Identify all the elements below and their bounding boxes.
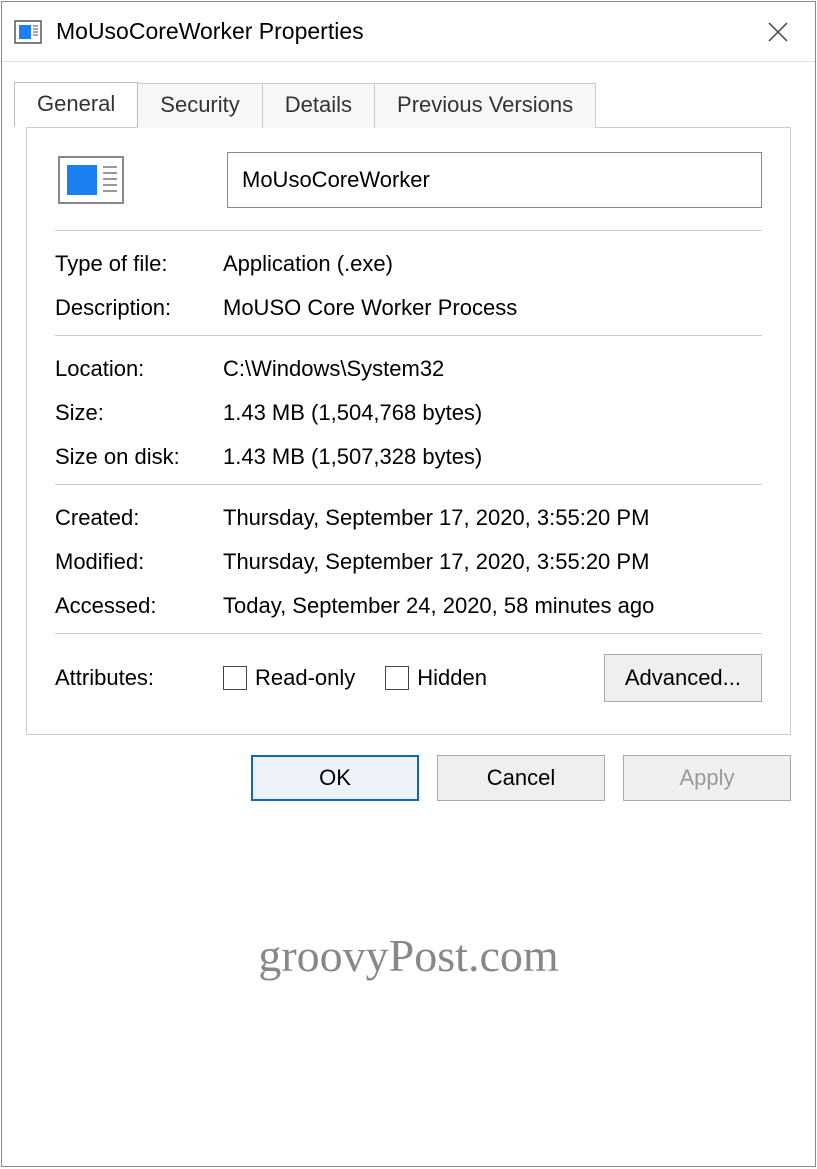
size-on-disk-label: Size on disk: — [55, 444, 223, 470]
cancel-button[interactable]: Cancel — [437, 755, 605, 801]
apply-button[interactable]: Apply — [623, 755, 791, 801]
app-icon — [14, 18, 42, 46]
description-value: MoUSO Core Worker Process — [223, 295, 762, 321]
window-title: MoUsoCoreWorker Properties — [56, 18, 753, 45]
divider — [55, 230, 762, 231]
type-of-file-label: Type of file: — [55, 251, 223, 277]
tabs-container: General Security Details Previous Versio… — [2, 62, 815, 755]
checkbox-box-icon — [385, 666, 409, 690]
description-label: Description: — [55, 295, 223, 321]
close-icon — [767, 21, 789, 43]
tab-details[interactable]: Details — [262, 83, 375, 128]
size-value: 1.43 MB (1,504,768 bytes) — [223, 400, 762, 426]
hidden-checkbox-label: Hidden — [417, 665, 487, 691]
type-of-file-value: Application (.exe) — [223, 251, 762, 277]
hidden-checkbox[interactable]: Hidden — [385, 665, 487, 691]
tab-general[interactable]: General — [14, 82, 138, 127]
file-name-row — [55, 152, 762, 208]
attributes-label: Attributes: — [55, 665, 223, 691]
accessed-label: Accessed: — [55, 593, 223, 619]
tab-security[interactable]: Security — [137, 83, 262, 128]
file-name-input[interactable] — [227, 152, 762, 208]
properties-dialog: MoUsoCoreWorker Properties General Secur… — [1, 1, 816, 1167]
close-button[interactable] — [753, 12, 803, 52]
general-panel: Type of file: Application (.exe) Descrip… — [26, 127, 791, 735]
readonly-checkbox-label: Read-only — [255, 665, 355, 691]
dialog-buttons: OK Cancel Apply — [2, 755, 815, 825]
advanced-button[interactable]: Advanced... — [604, 654, 762, 702]
size-label: Size: — [55, 400, 223, 426]
created-label: Created: — [55, 505, 223, 531]
modified-value: Thursday, September 17, 2020, 3:55:20 PM — [223, 549, 762, 575]
titlebar: MoUsoCoreWorker Properties — [2, 2, 815, 62]
created-value: Thursday, September 17, 2020, 3:55:20 PM — [223, 505, 762, 531]
ok-button[interactable]: OK — [251, 755, 419, 801]
accessed-value: Today, September 24, 2020, 58 minutes ag… — [223, 593, 762, 619]
tab-previous-versions[interactable]: Previous Versions — [374, 83, 596, 128]
readonly-checkbox[interactable]: Read-only — [223, 665, 355, 691]
location-label: Location: — [55, 356, 223, 382]
size-on-disk-value: 1.43 MB (1,507,328 bytes) — [223, 444, 762, 470]
checkbox-box-icon — [223, 666, 247, 690]
file-type-icon — [55, 153, 127, 207]
divider — [55, 335, 762, 336]
divider — [55, 484, 762, 485]
location-value: C:\Windows\System32 — [223, 356, 762, 382]
divider — [55, 633, 762, 634]
modified-label: Modified: — [55, 549, 223, 575]
